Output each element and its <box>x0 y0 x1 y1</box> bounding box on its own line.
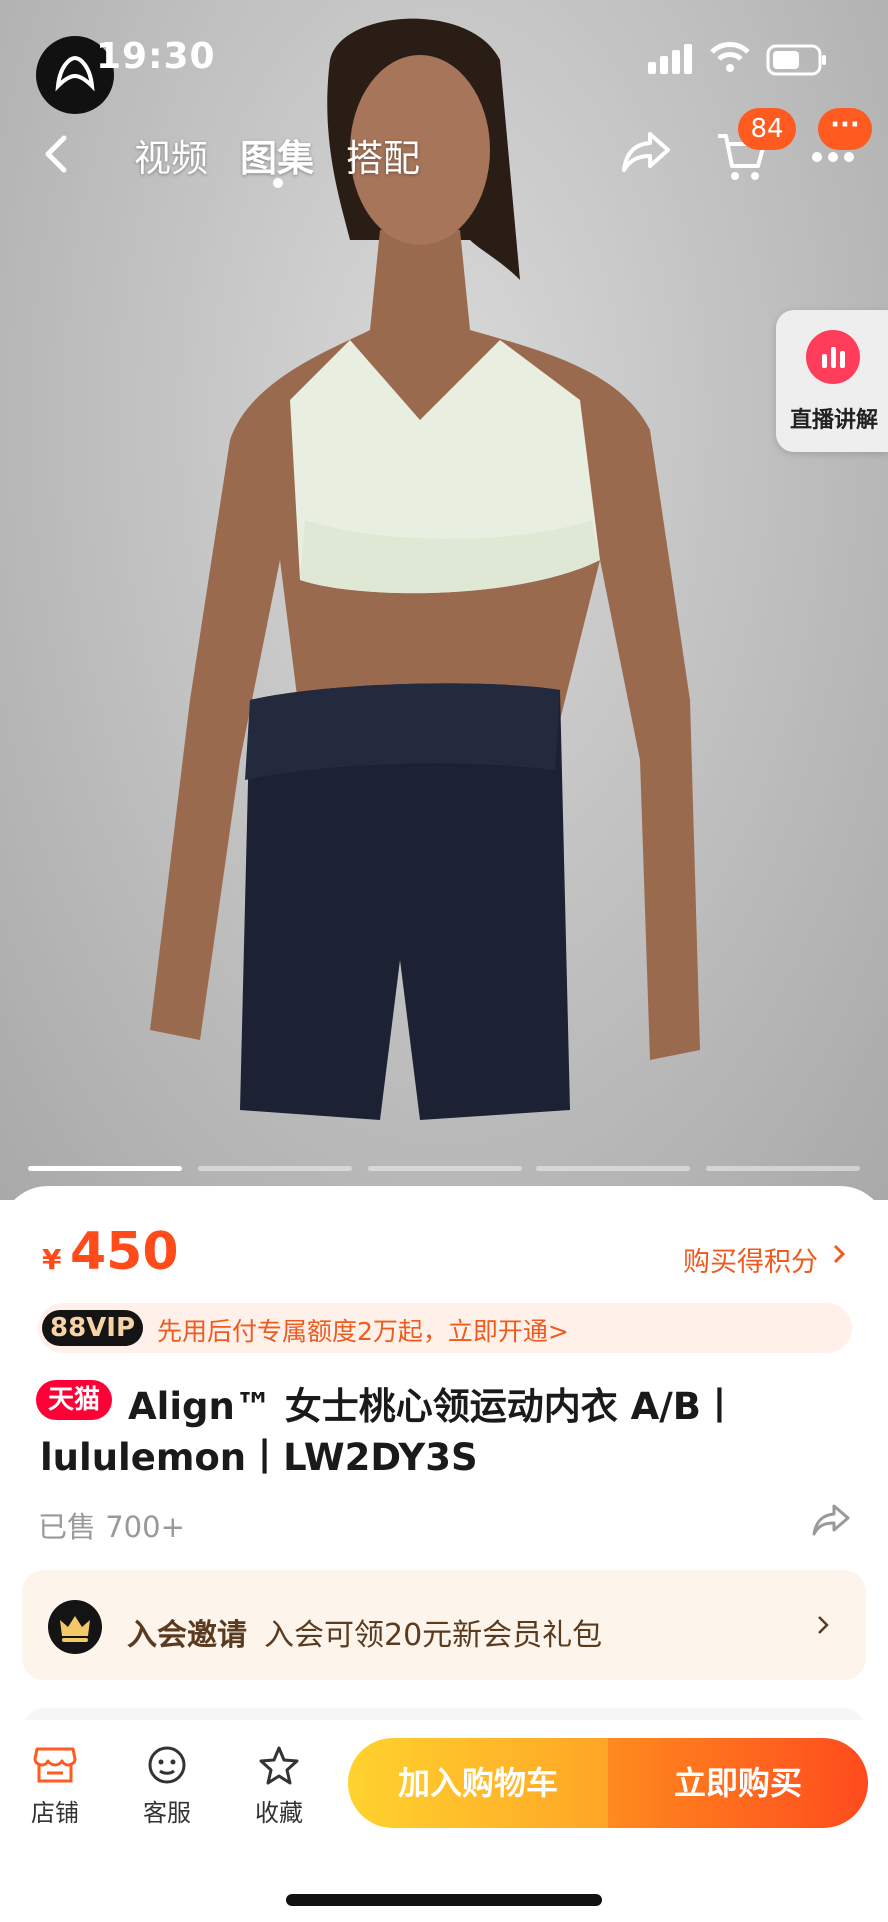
chevron-right-icon <box>818 1616 829 1634</box>
home-indicator <box>286 1894 602 1906</box>
customer-service-label: 客服 <box>143 1799 191 1827</box>
carousel-indicator-3 <box>368 1166 522 1171</box>
customer-service-button[interactable]: 客服 <box>122 1745 212 1828</box>
tab-gallery[interactable]: 图集 <box>240 128 314 182</box>
store-button[interactable]: 店铺 <box>10 1745 100 1828</box>
customer-service-icon <box>148 1746 186 1784</box>
tab-outfit[interactable]: 搭配 <box>346 128 420 182</box>
back-arrow-icon[interactable] <box>40 134 76 174</box>
more-icon[interactable] <box>810 150 856 164</box>
buy-now-button[interactable]: 立即购买 <box>608 1738 868 1828</box>
member-invite-title: 入会邀请 <box>127 1618 247 1653</box>
top-nav: 视频 图集 搭配 84 ··· <box>0 108 888 196</box>
live-chart-icon <box>806 330 860 384</box>
battery-icon <box>766 44 826 76</box>
vip-badge: 88VIP <box>42 1310 144 1346</box>
wifi-icon <box>710 42 750 72</box>
notification-badge: ··· <box>818 108 872 150</box>
star-icon <box>259 1746 299 1785</box>
store-icon <box>33 1747 77 1783</box>
member-invite-text: 入会可领20元新会员礼包 <box>264 1618 603 1653</box>
carousel-indicator-2 <box>198 1166 352 1171</box>
vip-text[interactable]: 先用后付专属额度2万起，立即开通> <box>157 1312 569 1348</box>
carousel-indicator-1 <box>28 1166 182 1171</box>
points-link[interactable]: 购买得积分 <box>683 1240 818 1279</box>
tmall-badge: 天猫 <box>36 1380 113 1420</box>
live-explain-label: 直播讲解 <box>789 408 878 433</box>
status-bar: 19:30 <box>0 0 888 114</box>
share-icon[interactable] <box>810 1502 852 1538</box>
active-tab-indicator <box>273 178 283 188</box>
share-icon[interactable] <box>620 128 672 176</box>
cart-count-badge: 84 <box>738 108 796 150</box>
chevron-right-icon <box>833 1244 846 1264</box>
add-to-cart-button[interactable]: 加入购物车 <box>348 1738 608 1828</box>
live-explain-button[interactable]: 直播讲解 <box>776 310 888 452</box>
sold-count: 已售 700+ <box>38 1510 185 1544</box>
store-label: 店铺 <box>31 1799 79 1827</box>
product-image[interactable]: 19:30 视频 图集 搭配 84 ··· 直播讲解 <box>0 0 888 1200</box>
tab-video[interactable]: 视频 <box>134 128 208 182</box>
currency-symbol: ¥ <box>42 1243 62 1276</box>
price: 450 <box>70 1222 179 1282</box>
carousel-indicator-5 <box>706 1166 860 1171</box>
status-time: 19:30 <box>96 36 216 77</box>
product-title-line2: lululemon丨LW2DY3S <box>40 1436 478 1479</box>
cellular-signal-icon <box>648 44 692 74</box>
product-title-line1: Align™ 女士桃心领运动内衣 A/B丨 <box>128 1385 738 1428</box>
favorite-button[interactable]: 收藏 <box>234 1745 324 1828</box>
favorite-label: 收藏 <box>255 1799 303 1827</box>
crown-icon <box>48 1600 102 1654</box>
carousel-indicator-4 <box>536 1166 690 1171</box>
